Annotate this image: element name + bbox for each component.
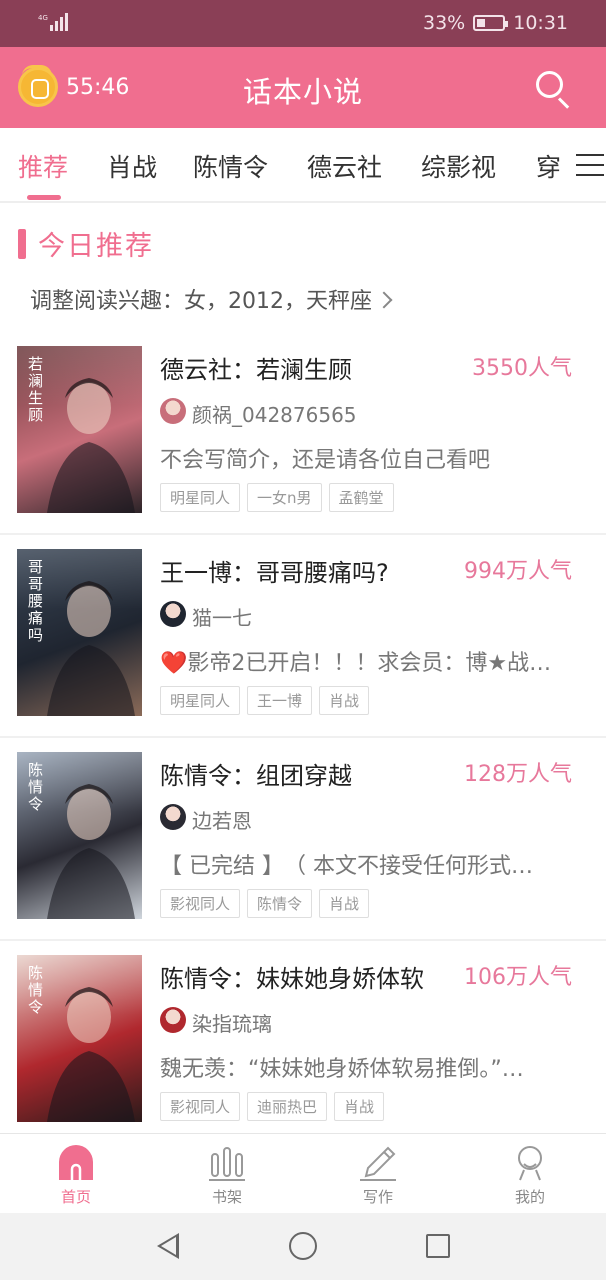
tag[interactable]: 陈情令 (247, 889, 313, 918)
nav-home-label: 首页 (60, 1188, 91, 1206)
author-name[interactable]: 边若恩 (192, 805, 252, 834)
network-label: 4G (38, 14, 48, 22)
author-avatar[interactable] (160, 804, 186, 830)
book-card[interactable]: 哥哥腰痛吗 王一博：哥哥腰痛吗? 994万人气 猫一七 ❤️影帝2已开启！！！求… (0, 535, 606, 738)
tag-list: 明星同人 一女n男 孟鹤堂 (160, 483, 394, 512)
app-title: 话本小说 (242, 75, 363, 109)
tag[interactable]: 王一博 (247, 686, 313, 715)
book-cover[interactable]: 陈情令 (17, 955, 142, 1122)
tag[interactable]: 肖战 (319, 889, 370, 918)
tag[interactable]: 影视同人 (160, 1092, 241, 1121)
cover-title: 若澜生顾 (26, 356, 44, 424)
book-title[interactable]: 王一博：哥哥腰痛吗? (160, 553, 389, 588)
tab-time-travel[interactable]: 穿 (536, 148, 561, 184)
author-name[interactable]: 染指琉璃 (192, 1008, 272, 1037)
bottom-nav: 首页 书架 写作 我的 (0, 1133, 606, 1213)
book-card[interactable]: 陈情令 陈情令：妹妹她身娇体软 106万人气 染指琉璃 魏无羡：“妹妹她身娇体软… (0, 941, 606, 1144)
tab-xiaozhan[interactable]: 肖战 (107, 148, 157, 184)
tag[interactable]: 影视同人 (160, 889, 241, 918)
book-description: 【 已完结 】 （ 本文不接受任何形式… (160, 854, 533, 879)
status-bar: 4G 33% 10:31 (0, 0, 606, 47)
book-description: 魏无羡：“妹妹她身娇体软易推倒。”… (160, 1057, 524, 1082)
nav-bookshelf-label: 书架 (211, 1188, 242, 1206)
tab-deyunshe[interactable]: 德云社 (307, 148, 382, 184)
popularity-count: 106万人气 (464, 965, 572, 990)
nav-write[interactable]: 写作 (318, 1144, 438, 1207)
book-card[interactable]: 陈情令 陈情令：组团穿越 128万人气 边若恩 【 已完结 】 （ 本文不接受任… (0, 738, 606, 941)
tag-list: 影视同人 迪丽热巴 肖战 (160, 1092, 385, 1121)
tag-list: 明星同人 王一博 肖战 (160, 686, 370, 715)
book-cover[interactable]: 哥哥腰痛吗 (17, 549, 142, 716)
author-avatar[interactable] (160, 1007, 186, 1033)
section-header: 今日推荐 (18, 224, 154, 263)
tag[interactable]: 一女n男 (247, 483, 322, 512)
chevron-right-icon (375, 291, 393, 309)
book-cover[interactable]: 若澜生顾 (17, 346, 142, 513)
battery-percent: 33% (423, 12, 466, 34)
search-icon (536, 71, 563, 98)
category-menu-icon[interactable] (566, 154, 606, 178)
home-icon (56, 1144, 96, 1182)
popularity-count: 994万人气 (464, 559, 572, 584)
interest-prefs-text: 调整阅读兴趣：女，2012，天秤座 (30, 289, 372, 314)
book-title[interactable]: 德云社：若澜生顾 (160, 350, 352, 385)
nav-bookshelf[interactable]: 书架 (167, 1144, 287, 1207)
book-description: 不会写简介，还是请各位自己看吧 (160, 448, 491, 473)
profile-icon (510, 1144, 550, 1182)
nav-write-label: 写作 (362, 1188, 393, 1206)
tag-list: 影视同人 陈情令 肖战 (160, 889, 370, 918)
battery-icon (473, 15, 509, 31)
book-title[interactable]: 陈情令：组团穿越 (160, 756, 352, 791)
book-cover[interactable]: 陈情令 (17, 752, 142, 919)
search-button[interactable] (532, 67, 572, 109)
tag[interactable]: 迪丽热巴 (247, 1092, 328, 1121)
tag[interactable]: 肖战 (334, 1092, 385, 1121)
cover-title: 陈情令 (26, 965, 44, 1016)
cover-title: 陈情令 (26, 762, 44, 813)
system-nav-bar (0, 1213, 606, 1280)
book-description: ❤️影帝2已开启！！！求会员：博★战… (160, 651, 552, 676)
tag[interactable]: 孟鹤堂 (328, 483, 394, 512)
battery-level (477, 19, 486, 27)
cover-title: 哥哥腰痛吗 (26, 559, 44, 644)
category-tabs: 推荐 肖战 陈情令 德云社 综影视 穿 (0, 128, 606, 203)
recent-apps-icon[interactable] (426, 1234, 450, 1258)
adjust-interests-link[interactable]: 调整阅读兴趣：女，2012，天秤座 (30, 283, 393, 315)
active-tab-indicator (27, 195, 61, 200)
book-card[interactable]: 若澜生顾 德云社：若澜生顾 3550人气 颜祸_042876565 不会写简介，… (0, 332, 606, 535)
back-icon[interactable] (157, 1233, 179, 1259)
section-marker (18, 228, 26, 259)
bookshelf-icon (207, 1144, 247, 1182)
tab-film-tv[interactable]: 综影视 (421, 148, 496, 184)
tag[interactable]: 明星同人 (160, 483, 241, 512)
author-avatar[interactable] (160, 601, 186, 627)
nav-home[interactable]: 首页 (16, 1144, 136, 1207)
tag[interactable]: 明星同人 (160, 686, 241, 715)
nav-profile-label: 我的 (514, 1188, 545, 1206)
pencil-icon (358, 1144, 398, 1182)
popularity-count: 128万人气 (464, 762, 572, 787)
author-avatar[interactable] (160, 398, 186, 424)
tab-recommend[interactable]: 推荐 (18, 148, 68, 184)
book-title[interactable]: 陈情令：妹妹她身娇体软 (160, 959, 424, 994)
popularity-count: 3550人气 (472, 356, 572, 381)
nav-profile[interactable]: 我的 (470, 1144, 590, 1207)
clock: 10:31 (513, 12, 568, 34)
author-name[interactable]: 颜祸_042876565 (192, 399, 357, 428)
home-circle-icon[interactable] (289, 1232, 317, 1260)
signal-icon: 4G (38, 12, 70, 37)
author-name[interactable]: 猫一七 (192, 602, 252, 631)
tag[interactable]: 肖战 (319, 686, 370, 715)
section-title: 今日推荐 (38, 231, 154, 262)
app-bar: 55:46 话本小说 (0, 47, 606, 128)
tab-chenqingling[interactable]: 陈情令 (193, 148, 268, 184)
